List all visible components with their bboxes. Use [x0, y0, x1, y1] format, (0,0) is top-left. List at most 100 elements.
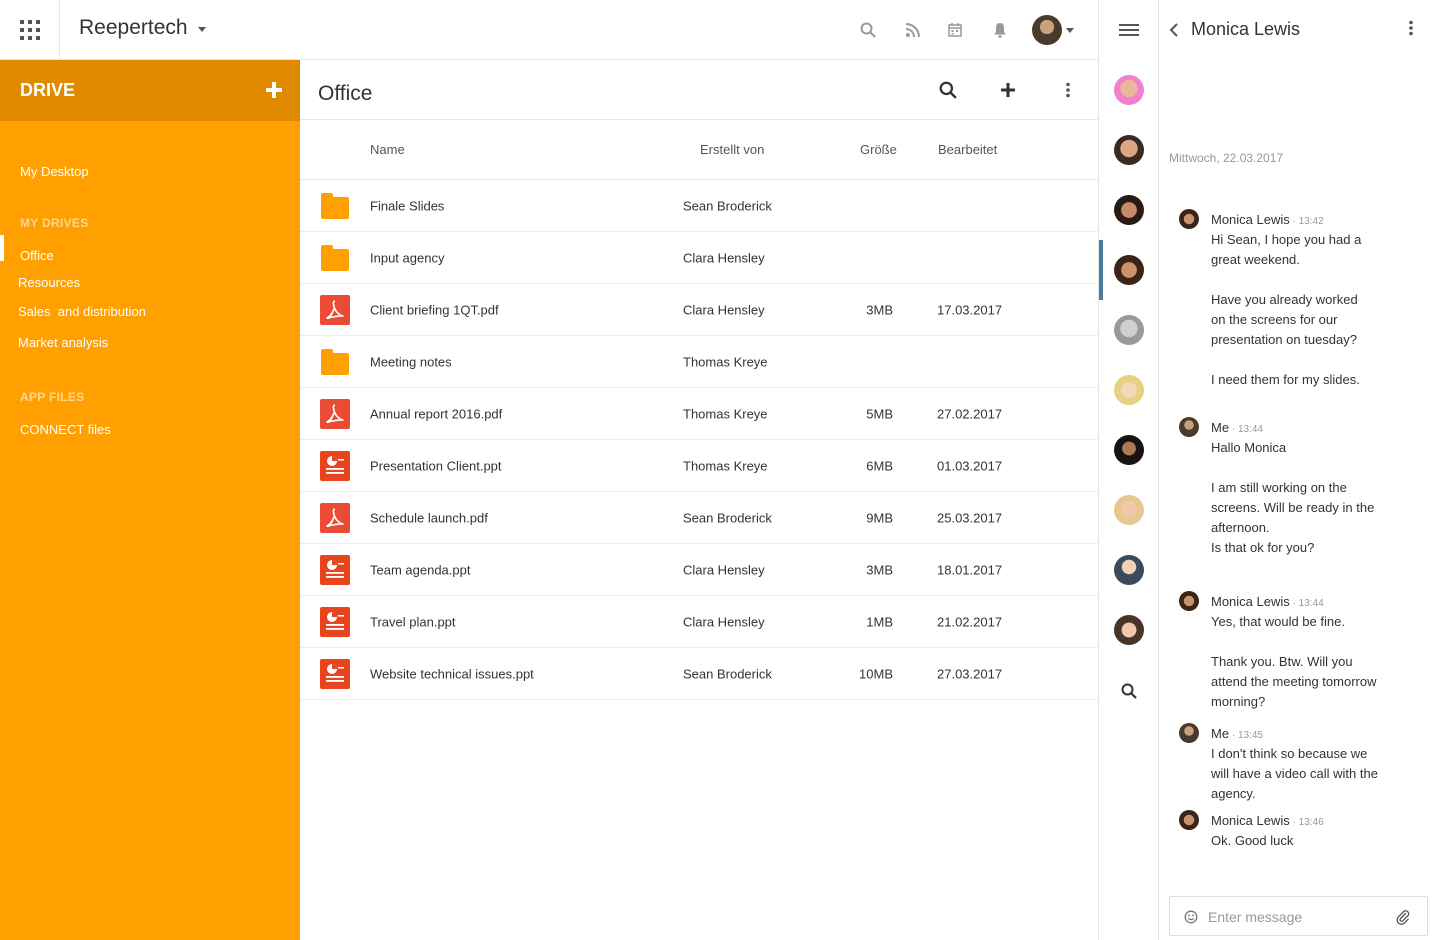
chat-more-options-button[interactable]: [1409, 20, 1413, 41]
table-row[interactable]: Presentation Client.ppt Thomas Kreye 6MB 01…: [300, 440, 1098, 492]
file-size: 3MB: [866, 302, 893, 317]
workspace-switcher[interactable]: Reepertech: [79, 16, 206, 40]
table-row[interactable]: Client briefing 1QT.pdf Clara Hensley 3MB 1…: [300, 284, 1098, 336]
message-author-name: Monica Lewis: [1211, 594, 1290, 609]
message-text: Yes, that would be fine.: [1211, 614, 1345, 629]
search-contacts-button[interactable]: [1121, 683, 1137, 704]
chevron-down-icon: [1066, 28, 1074, 33]
message-text: on the screens for our: [1211, 312, 1338, 327]
column-header-size[interactable]: Größe: [860, 142, 897, 157]
message-author: Monica Lewis · 13:44: [1211, 594, 1324, 609]
table-row[interactable]: Annual report 2016.pdf Thomas Kreye 5MB 27.…: [300, 388, 1098, 440]
file-name: Client briefing 1QT.pdf: [370, 302, 499, 317]
notifications-button[interactable]: [988, 18, 1012, 42]
contact-avatar[interactable]: [1114, 315, 1144, 345]
message-time: 13:44: [1298, 598, 1324, 609]
sidebar-item-office[interactable]: Office: [20, 248, 54, 263]
table-row[interactable]: Website technical issues.ppt Sean Broderi…: [300, 648, 1098, 700]
search-icon: [860, 22, 876, 38]
contact-avatar[interactable]: [1114, 435, 1144, 465]
table-row[interactable]: Meeting notes Thomas Kreye: [300, 336, 1098, 388]
rss-button[interactable]: [901, 18, 925, 42]
file-browser-header: Office: [300, 60, 1098, 120]
message-text: will have a video call with the: [1211, 766, 1378, 781]
file-created-by: Thomas Kreye: [683, 354, 768, 369]
file-size: 10MB: [859, 666, 893, 681]
file-name: Input agency: [370, 250, 445, 265]
more-vertical-icon: [1066, 82, 1070, 98]
table-row[interactable]: Input agency Clara Hensley: [300, 232, 1098, 284]
file-name: Finale Slides: [370, 198, 445, 213]
file-name: Meeting notes: [370, 354, 452, 369]
message-time: 13:44: [1237, 424, 1263, 435]
column-header-edited[interactable]: Bearbeitet: [938, 142, 997, 157]
back-button[interactable]: [1169, 22, 1179, 43]
message-text: screens. Will be ready in the: [1211, 500, 1375, 515]
contact-avatar[interactable]: [1114, 615, 1144, 645]
contact-avatar[interactable]: [1114, 195, 1144, 225]
message-text: Hi Sean, I hope you had a: [1211, 232, 1362, 247]
search-icon: [939, 81, 957, 99]
message-author: Monica Lewis · 13:42: [1211, 212, 1324, 227]
avatar: [1179, 209, 1199, 229]
pdf-file-icon: [320, 294, 350, 325]
menu-icon[interactable]: [1119, 24, 1139, 36]
file-name: Presentation Client.ppt: [370, 458, 502, 473]
file-edited-date: 27.02.2017: [937, 406, 1003, 421]
sidebar-item-my-desktop[interactable]: My Desktop: [20, 164, 89, 179]
table-row[interactable]: Finale Slides Sean Broderick: [300, 180, 1098, 232]
message-author: Me · 13:45: [1211, 726, 1263, 741]
search-icon: [1121, 683, 1137, 699]
contact-avatar[interactable]: [1114, 555, 1144, 585]
separator: ·: [1289, 598, 1299, 609]
file-edited-date: 25.03.2017: [937, 510, 1003, 525]
file-created-by: Sean Broderick: [683, 198, 772, 213]
message-text: I need them for my slides.: [1211, 372, 1360, 387]
message-text: Hallo Monica: [1211, 440, 1287, 455]
table-row[interactable]: Schedule launch.pdf Sean Broderick 9MB 25.0…: [300, 492, 1098, 544]
more-options-button[interactable]: [1056, 78, 1080, 102]
file-created-by: Clara Hensley: [683, 562, 765, 577]
message-text: Have you already worked: [1211, 292, 1358, 307]
search-button[interactable]: [856, 18, 880, 42]
table-row[interactable]: Team agenda.ppt Clara Hensley 3MB 18.01.201…: [300, 544, 1098, 596]
contact-avatar[interactable]: [1114, 75, 1144, 105]
calendar-button[interactable]: [943, 18, 967, 42]
column-header-created-by[interactable]: Erstellt von: [700, 142, 764, 157]
contacts-rail: [1098, 0, 1159, 940]
file-size: 3MB: [866, 562, 893, 577]
apps-grid-button[interactable]: [0, 0, 60, 60]
user-avatar[interactable]: [1032, 15, 1062, 45]
contact-avatar[interactable]: [1114, 495, 1144, 525]
paperclip-icon[interactable]: [1396, 909, 1410, 925]
message-input[interactable]: [1208, 906, 1388, 928]
message-text: afternoon.: [1211, 520, 1270, 535]
column-header-name[interactable]: Name: [370, 142, 405, 157]
contact-avatar[interactable]: [1114, 375, 1144, 405]
sidebar-item-sales-and-distribution[interactable]: Sales and distribution: [18, 304, 146, 319]
add-icon[interactable]: [265, 81, 283, 99]
avatar: [1179, 591, 1199, 611]
emoji-icon[interactable]: [1184, 910, 1198, 924]
search-files-button[interactable]: [936, 78, 960, 102]
chat-panel: Monica Lewis Mittwoch, 22.03.2017 Monica…: [1159, 0, 1438, 940]
chevron-left-icon: [1169, 23, 1178, 37]
sidebar-item-market-analysis[interactable]: Market analysis: [18, 335, 108, 350]
message-author: Me · 13:44: [1211, 420, 1263, 435]
file-size: 9MB: [866, 510, 893, 525]
contact-avatar-monica-lewis[interactable]: [1114, 255, 1144, 285]
add-file-button[interactable]: [996, 78, 1020, 102]
message-text: presentation on tuesday?: [1211, 332, 1357, 347]
message-text: agency.: [1211, 786, 1256, 801]
contact-avatar[interactable]: [1114, 135, 1144, 165]
sidebar-item-connect-files[interactable]: CONNECT files: [20, 422, 111, 437]
file-name: Annual report 2016.pdf: [370, 406, 503, 421]
message-text: I am still working on the: [1211, 480, 1347, 495]
message-text: great weekend.: [1211, 252, 1300, 267]
message-author: Monica Lewis · 13:46: [1211, 813, 1324, 828]
file-edited-date: 17.03.2017: [937, 302, 1003, 317]
file-size: 1MB: [866, 614, 893, 629]
separator: ·: [1229, 730, 1238, 741]
table-row[interactable]: Travel plan.ppt Clara Hensley 1MB 21.02.201…: [300, 596, 1098, 648]
sidebar-item-resources[interactable]: Resources: [18, 275, 80, 290]
